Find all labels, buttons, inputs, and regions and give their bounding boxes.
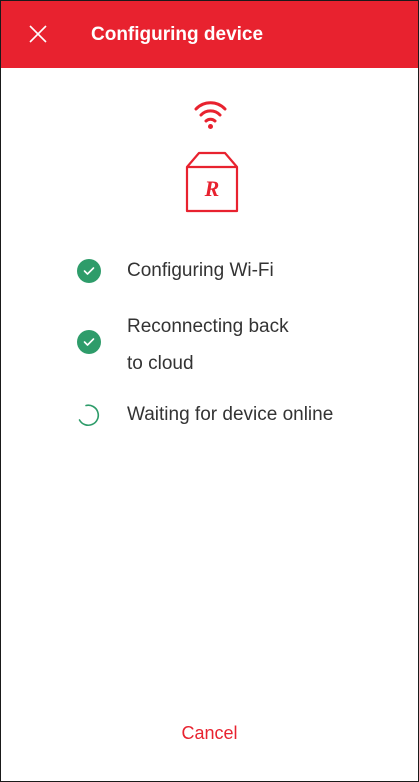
step-label: Waiting for device online bbox=[127, 404, 334, 425]
app-bar: Configuring device bbox=[1, 1, 418, 68]
check-icon bbox=[77, 259, 101, 283]
step-label-line2: to cloud bbox=[127, 353, 194, 374]
page-title: Configuring device bbox=[91, 24, 264, 45]
cancel-button[interactable]: Cancel bbox=[1, 723, 418, 744]
router-device-icon: R bbox=[185, 151, 239, 213]
step-label: Configuring Wi-Fi bbox=[127, 260, 274, 281]
wifi-icon bbox=[194, 101, 227, 129]
device-illustration: R bbox=[1, 91, 418, 231]
loading-spinner-icon bbox=[77, 403, 101, 427]
close-button[interactable] bbox=[27, 23, 49, 45]
close-icon bbox=[29, 25, 47, 43]
device-logo-letter: R bbox=[204, 176, 220, 201]
check-icon bbox=[77, 330, 101, 354]
device-config-screen: Configuring device R Configuring Wi-Fi R… bbox=[0, 0, 419, 782]
